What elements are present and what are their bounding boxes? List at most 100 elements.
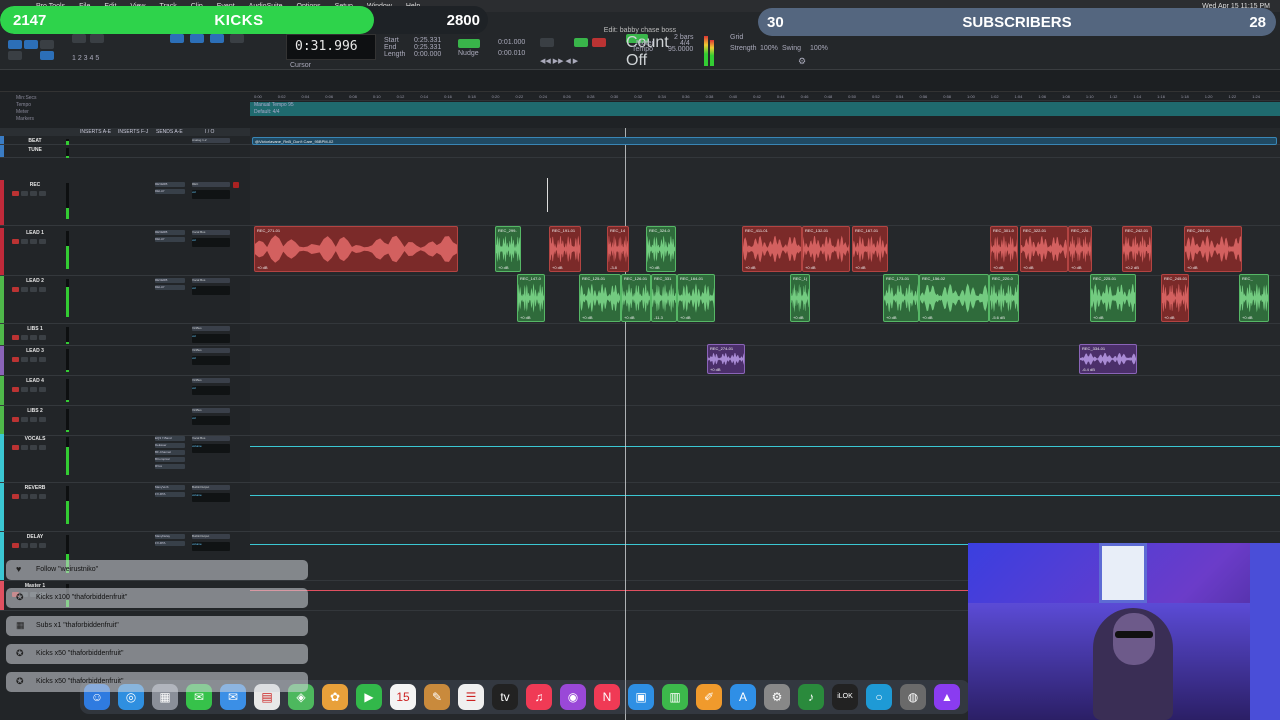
send-slot[interactable]: REVERB: [155, 278, 185, 283]
send-slot[interactable]: DeEsser: [155, 443, 185, 448]
audio-clip[interactable]: REC_167-01 +0 dB: [852, 226, 888, 272]
clip-gain[interactable]: +0 dB: [1023, 265, 1034, 270]
volume-readout[interactable]: vol: [192, 334, 230, 343]
record-arm-button[interactable]: [12, 287, 19, 292]
audio-clip[interactable]: REC_324-0 +0 dB: [646, 226, 676, 272]
clip-gain[interactable]: +0.2 dB: [1125, 265, 1139, 270]
clip-gain[interactable]: +0 dB: [922, 315, 933, 320]
track-name[interactable]: REVERB: [10, 485, 60, 491]
podcasts-icon[interactable]: ◉: [560, 684, 586, 710]
audio-clip[interactable]: REC_164-01 +0 dB: [677, 274, 715, 322]
record-arm-button[interactable]: [12, 543, 19, 548]
input-monitor-button[interactable]: [21, 357, 28, 362]
track-lane[interactable]: [250, 376, 1280, 406]
clip-gain[interactable]: -5.6 dB: [992, 315, 1005, 320]
strength-value[interactable]: 100%: [760, 45, 778, 52]
audio-clip[interactable]: REC_301-0 +0 dB: [990, 226, 1018, 272]
clip-gain[interactable]: +0 dB: [1187, 265, 1198, 270]
appstore-icon[interactable]: A: [730, 684, 756, 710]
volume-readout[interactable]: vol: [192, 286, 230, 295]
zoom-button[interactable]: [72, 34, 86, 43]
tempo-value[interactable]: 95.0000: [668, 46, 693, 53]
volume-readout[interactable]: vol: [192, 356, 230, 365]
track-name[interactable]: LIBS 1: [10, 326, 60, 332]
mute-button[interactable]: [39, 417, 46, 422]
audio-clip[interactable]: REC_126-01 +0 dB: [621, 274, 651, 322]
clip-gain[interactable]: -11.3: [654, 315, 663, 320]
slip-mode-button[interactable]: [24, 40, 38, 49]
grabber-tool-button[interactable]: [210, 34, 224, 43]
solo-button[interactable]: [30, 335, 37, 340]
io-selector[interactable]: Vocal Bus: [192, 278, 230, 283]
vocals-volume-line[interactable]: [250, 446, 1280, 447]
output-window-icon[interactable]: [233, 182, 239, 188]
send-slot[interactable]: FX-RTA: [155, 541, 185, 546]
audio-clip[interactable]: REC_132-01 +0 dB: [802, 226, 850, 272]
input-monitor-button[interactable]: [21, 287, 28, 292]
clip-gain[interactable]: +0 dB: [1242, 315, 1253, 320]
clip-gain[interactable]: +0 dB: [993, 265, 1004, 270]
numbers-icon[interactable]: ▥: [662, 684, 688, 710]
clip-gain[interactable]: +0 dB: [680, 315, 691, 320]
send-slot[interactable]: DELAY: [155, 237, 185, 242]
track-lane[interactable]: [250, 145, 1280, 158]
volume-readout[interactable]: volume: [192, 444, 230, 453]
send-slot[interactable]: BF-Channel: [155, 450, 185, 455]
selector-tool-button[interactable]: [190, 34, 204, 43]
track-name[interactable]: LEAD 2: [10, 278, 60, 284]
clip-gain[interactable]: -6.4 dB: [1082, 367, 1095, 372]
settings-icon[interactable]: ⚙: [764, 684, 790, 710]
mute-button[interactable]: [39, 335, 46, 340]
input-monitor-button[interactable]: [21, 387, 28, 392]
keynote-icon[interactable]: ▣: [628, 684, 654, 710]
gear-icon[interactable]: ⚙: [798, 56, 806, 67]
clip-gain[interactable]: +0 dB: [520, 315, 531, 320]
track-lane[interactable]: [250, 324, 1280, 346]
io-selector[interactable]: VirtBus: [192, 408, 230, 413]
grid-mode-button[interactable]: [8, 51, 22, 60]
volume-readout[interactable]: vol: [192, 238, 230, 247]
mute-button[interactable]: [39, 191, 46, 196]
audio-clip[interactable]: REC_264-01 +0 dB: [1184, 226, 1242, 272]
track-header-lead-2[interactable]: LEAD 2 REVERB DELAY Vocal Bus vol: [0, 276, 250, 324]
track-name[interactable]: LEAD 3: [10, 348, 60, 354]
photos-icon[interactable]: ✿: [322, 684, 348, 710]
protools-icon[interactable]: ◍: [900, 684, 926, 710]
send-slot[interactable]: ManyVerb: [155, 485, 185, 490]
clip-gain[interactable]: +0 dB: [1164, 315, 1175, 320]
io-selector[interactable]: Vocal Bus: [192, 230, 230, 235]
track-name[interactable]: DELAY: [10, 534, 60, 540]
solo-button[interactable]: [30, 287, 37, 292]
playhead[interactable]: [625, 128, 626, 720]
track-header-libs-1[interactable]: LIBS 1 VirtBus vol: [0, 324, 250, 346]
send-slot[interactable]: ManyDelay: [155, 534, 185, 539]
input-monitor-button[interactable]: [21, 543, 28, 548]
calendar-icon[interactable]: 15: [390, 684, 416, 710]
clip-gain[interactable]: +0 dB: [1093, 315, 1104, 320]
track-lane[interactable]: [250, 434, 1280, 483]
solo-button[interactable]: [30, 445, 37, 450]
minsecs-ruler[interactable]: 0:00 0:02 0:04 0:06 0:08 0:10 0:12 0:14 0:16 0:18…: [250, 94, 1280, 101]
reminders-icon[interactable]: ☰: [458, 684, 484, 710]
track-lane[interactable]: [250, 483, 1280, 532]
record-button[interactable]: [592, 38, 606, 47]
input-monitor-button[interactable]: [21, 494, 28, 499]
input-monitor-button[interactable]: [21, 239, 28, 244]
volume-readout[interactable]: volume: [192, 542, 230, 551]
record-arm-button[interactable]: [12, 445, 19, 450]
audio-clip[interactable]: REC_274-01 +0 dB: [707, 344, 745, 374]
send-slot[interactable]: FX-RTA: [155, 492, 185, 497]
record-arm-button[interactable]: [12, 417, 19, 422]
facetime-icon[interactable]: ▶: [356, 684, 382, 710]
zoom-presets[interactable]: 1 2 3 4 5: [72, 55, 99, 62]
clip-gain[interactable]: +0 dB: [745, 265, 756, 270]
send-slot[interactable]: BComprssr: [155, 457, 185, 462]
solo-button[interactable]: [30, 494, 37, 499]
send-slot[interactable]: DELAY: [155, 285, 185, 290]
audio-clip[interactable]: REC_147-0 +0 dB: [517, 274, 545, 322]
trim-tool-button[interactable]: [170, 34, 184, 43]
audio-clip[interactable]: REC_173-01 +0 dB: [883, 274, 919, 322]
track-lane[interactable]: [250, 406, 1280, 436]
track-header-vocals[interactable]: VOCALS EQ3 7-Band DeEsser BF-Channel BComprs…: [0, 434, 250, 483]
nudge-value[interactable]: 0:00.010: [498, 50, 525, 57]
